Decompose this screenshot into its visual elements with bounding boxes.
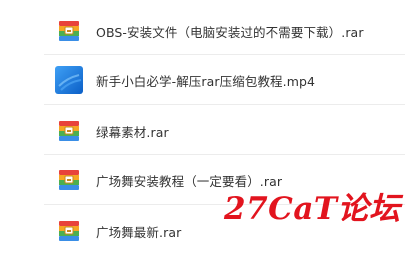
- archive-icon: [58, 220, 80, 242]
- file-name: OBS-安装文件（电脑安装过的不需要下载）.rar: [96, 24, 364, 40]
- row-divider: [44, 104, 405, 105]
- file-name: 广场舞安装教程（一定要看）.rar: [96, 173, 283, 189]
- archive-icon: [58, 169, 80, 191]
- file-row-green-screen[interactable]: 绿幕素材.rar: [0, 107, 405, 155]
- file-name: 绿幕素材.rar: [96, 124, 169, 140]
- site-watermark: 27CaT论坛: [224, 191, 401, 227]
- archive-icon: [58, 120, 80, 142]
- video-icon: [55, 66, 83, 94]
- file-row-obs-installer[interactable]: OBS-安装文件（电脑安装过的不需要下载）.rar: [0, 7, 405, 55]
- file-name: 广场舞最新.rar: [96, 224, 182, 240]
- archive-icon: [58, 20, 80, 42]
- file-name: 新手小白必学-解压rar压缩包教程.mp4: [96, 73, 316, 89]
- file-row-tutorial-video[interactable]: 新手小白必学-解压rar压缩包教程.mp4: [0, 56, 405, 104]
